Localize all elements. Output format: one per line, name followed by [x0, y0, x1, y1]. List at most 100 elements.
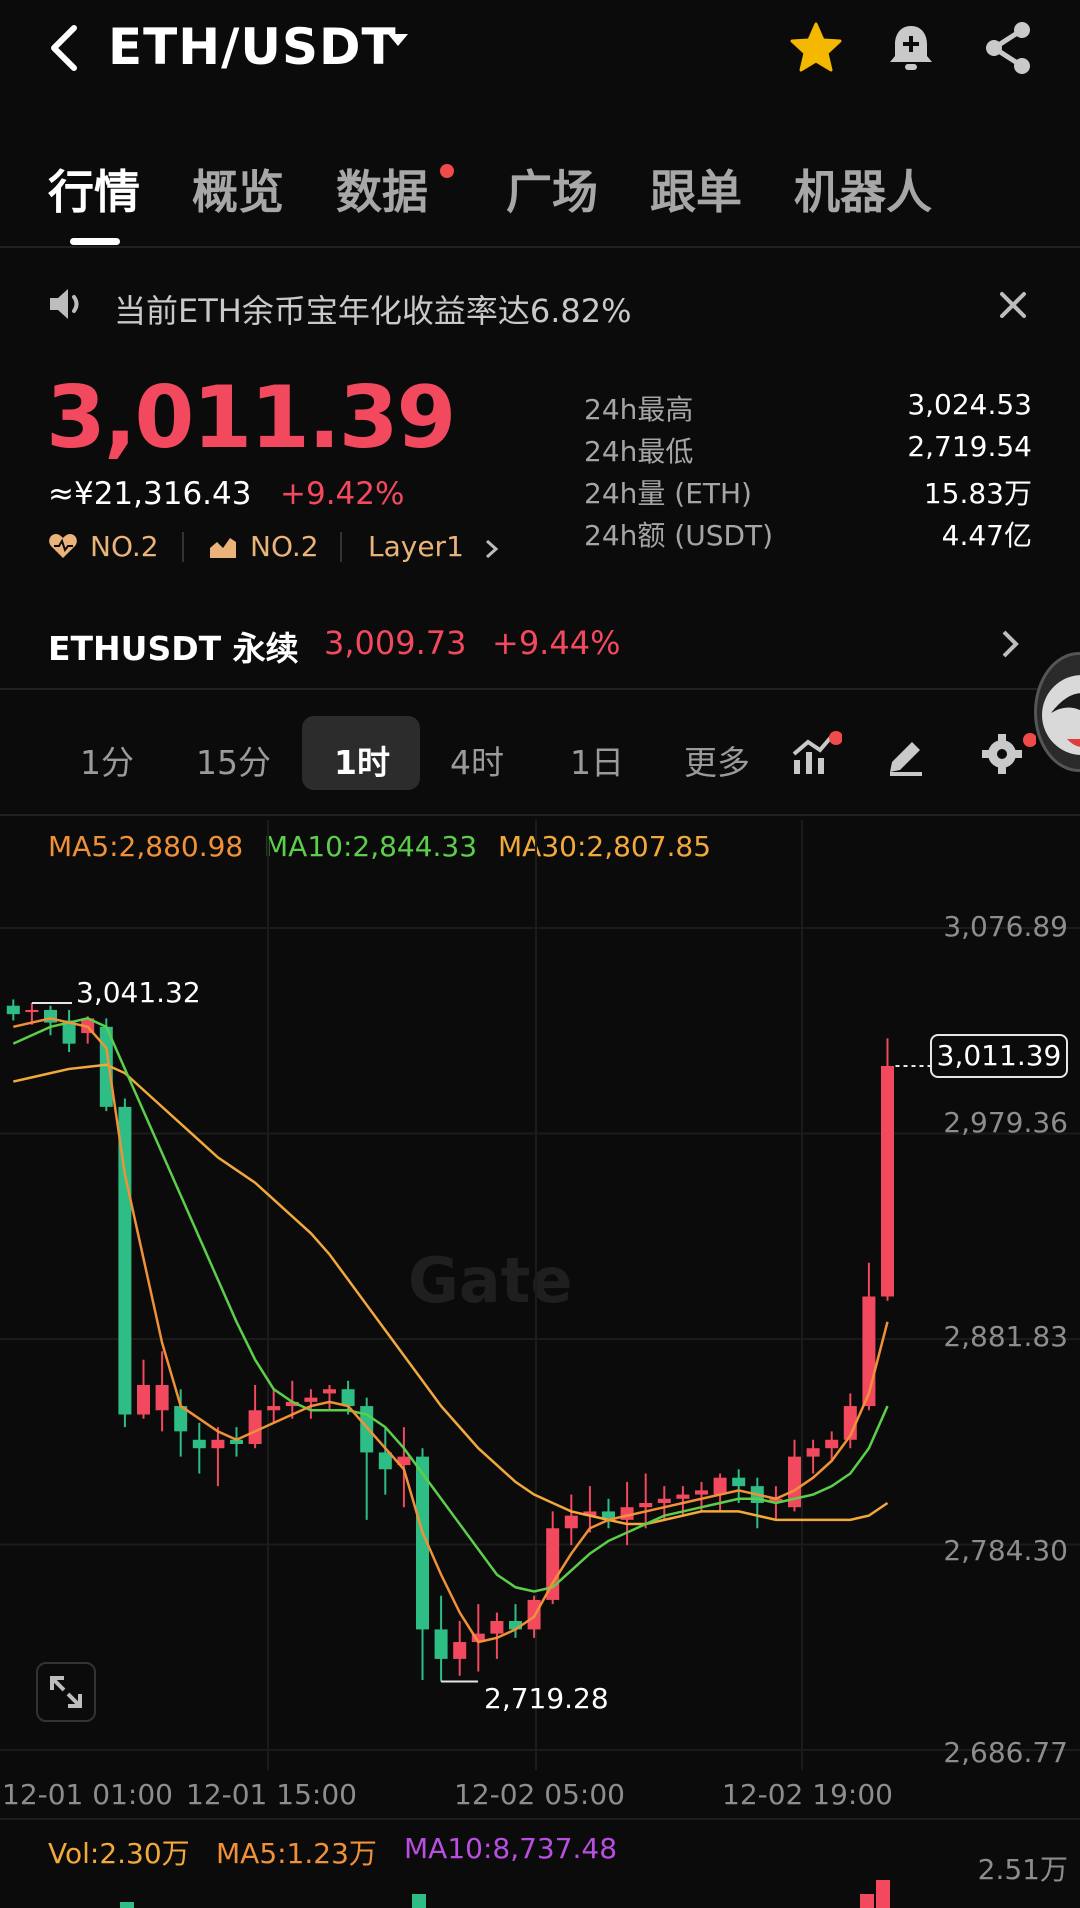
- candle-body: [118, 1106, 132, 1415]
- heart-rank-icon: [49, 534, 77, 558]
- candle-body: [881, 1066, 894, 1297]
- speaker-icon: [50, 289, 79, 319]
- volume-legend: Vol:2.30万: [48, 1837, 190, 1870]
- time-axis-label: 12-02 05:00: [454, 1778, 625, 1811]
- candle-body: [323, 1389, 336, 1394]
- high-price-annotation: 3,041.32: [76, 976, 201, 1009]
- tag-divider: [340, 532, 342, 562]
- candle-body: [806, 1448, 820, 1457]
- trend-rank-icon: [210, 538, 236, 558]
- price-axis-label: 2,784.30: [943, 1534, 1068, 1567]
- volume-ma10-legend: MA10:8,737.48: [404, 1832, 618, 1865]
- tab-overview[interactable]: 概览: [192, 156, 284, 222]
- stat-24h-turnover-value: 4.47亿: [941, 519, 1032, 552]
- candle-body: [267, 1406, 281, 1411]
- perpetual-price: 3,009.73: [324, 624, 467, 662]
- sector-tag[interactable]: Layer1: [368, 530, 464, 563]
- tab-data-notification-dot: [440, 164, 454, 178]
- candle-body: [304, 1397, 318, 1402]
- stat-24h-low-value: 2,719.54: [907, 430, 1032, 463]
- pair-title[interactable]: ETH/USDT: [108, 18, 397, 76]
- candle-body: [211, 1439, 225, 1449]
- perpetual-change: +9.44%: [492, 624, 621, 662]
- tab-bots[interactable]: 机器人: [794, 156, 932, 222]
- candle-body: [341, 1389, 355, 1407]
- interval-15m[interactable]: 15分: [196, 736, 271, 784]
- candle-body: [434, 1629, 448, 1659]
- volume-bars: [120, 1880, 890, 1908]
- candle-body: [639, 1502, 653, 1508]
- favorite-star-icon[interactable]: [788, 20, 844, 76]
- settings-gear-icon[interactable]: [980, 730, 1036, 778]
- candlestick-chart[interactable]: [0, 820, 1080, 1820]
- candle-body: [137, 1384, 150, 1415]
- price-change-percent: +9.42%: [280, 476, 405, 512]
- main-tabs: 行情 概览 数据 广场 跟单 机器人: [0, 150, 1080, 248]
- share-icon[interactable]: [982, 20, 1034, 76]
- indicator-icon[interactable]: [790, 730, 842, 778]
- tab-active-underline: [70, 238, 120, 245]
- price-axis-label: 2,881.83: [943, 1320, 1068, 1353]
- time-axis-label: 12-01 01:00: [2, 1778, 173, 1811]
- volume-panel: Vol:2.30万 MA5:1.23万 MA10:8,737.48 2.51万: [0, 1818, 1080, 1908]
- time-axis-label: 12-02 19:00: [722, 1778, 893, 1811]
- low-price-annotation: 2,719.28: [484, 1682, 609, 1715]
- last-price: 3,011.39: [46, 368, 456, 468]
- announcement-text: 当前ETH余币宝年化收益率达6.82%: [114, 292, 632, 330]
- interval-1h[interactable]: 1时: [334, 736, 390, 784]
- price-axis-label: 3,076.89: [943, 910, 1068, 943]
- rank-tag-2[interactable]: NO.2: [250, 530, 319, 563]
- perpetual-row[interactable]: ETHUSDT 永续 3,009.73 +9.44%: [0, 610, 1080, 690]
- stat-24h-high-label: 24h最高: [584, 393, 694, 426]
- candle-body: [657, 1498, 671, 1503]
- stat-24h-low-label: 24h最低: [584, 435, 694, 468]
- close-icon[interactable]: [998, 290, 1028, 320]
- tab-square[interactable]: 广场: [506, 156, 598, 222]
- header: ETH/USDT: [0, 0, 1080, 100]
- candle-body: [564, 1515, 578, 1529]
- tab-copy-trading[interactable]: 跟单: [650, 156, 742, 222]
- candle-body: [248, 1410, 262, 1444]
- expand-icon: [50, 1676, 82, 1708]
- announcement-bar[interactable]: 当前ETH余币宝年化收益率达6.82%: [0, 250, 1080, 360]
- candle-body: [44, 1009, 57, 1023]
- candle-body: [25, 1009, 39, 1013]
- price-alert-bell-icon[interactable]: [886, 20, 936, 76]
- fullscreen-button[interactable]: [36, 1662, 96, 1722]
- candle-body: [676, 1494, 690, 1499]
- stat-24h-high-value: 3,024.53: [907, 388, 1032, 421]
- candle-body: [490, 1620, 504, 1634]
- chevron-right-icon: [1002, 630, 1019, 658]
- price-axis-label: 2,979.36: [943, 1106, 1068, 1139]
- interval-1d[interactable]: 1日: [570, 736, 624, 784]
- candle-body: [6, 1005, 20, 1015]
- interval-more[interactable]: 更多: [684, 736, 750, 784]
- candle-body: [192, 1439, 206, 1449]
- volume-ma5-legend: MA5:1.23万: [216, 1837, 377, 1870]
- stat-24h-volume-label: 24h量 (ETH): [584, 477, 752, 510]
- candle-body: [732, 1477, 746, 1487]
- tab-market[interactable]: 行情: [48, 156, 140, 222]
- caret-down-icon[interactable]: [386, 30, 410, 50]
- tab-data[interactable]: 数据: [336, 156, 428, 222]
- cny-price: ≈¥21,316.43: [48, 476, 252, 512]
- interval-bar: 1分 15分 1时 4时 1日 更多: [0, 700, 1080, 816]
- time-axis-label: 12-01 15:00: [186, 1778, 357, 1811]
- interval-4h[interactable]: 4时: [450, 736, 504, 784]
- rank-tag-1[interactable]: NO.2: [90, 530, 159, 563]
- price-axis-label: 2,686.77: [943, 1736, 1068, 1769]
- candle-body: [453, 1642, 467, 1659]
- candle-body: [155, 1384, 169, 1411]
- current-price-tag: 3,011.39: [930, 1034, 1068, 1078]
- stat-24h-volume-value: 15.83万: [923, 477, 1032, 510]
- tag-divider: [182, 532, 184, 562]
- chevron-right-icon[interactable]: [484, 538, 500, 560]
- interval-1m[interactable]: 1分: [80, 736, 134, 784]
- stat-24h-turnover-label: 24h额 (USDT): [584, 519, 774, 552]
- draw-tool-icon[interactable]: [886, 732, 926, 776]
- candle-body: [713, 1477, 727, 1495]
- candle-body: [825, 1439, 839, 1449]
- back-arrow-icon[interactable]: [44, 22, 84, 74]
- perpetual-name: ETHUSDT 永续: [48, 629, 299, 668]
- candle-body: [695, 1490, 708, 1495]
